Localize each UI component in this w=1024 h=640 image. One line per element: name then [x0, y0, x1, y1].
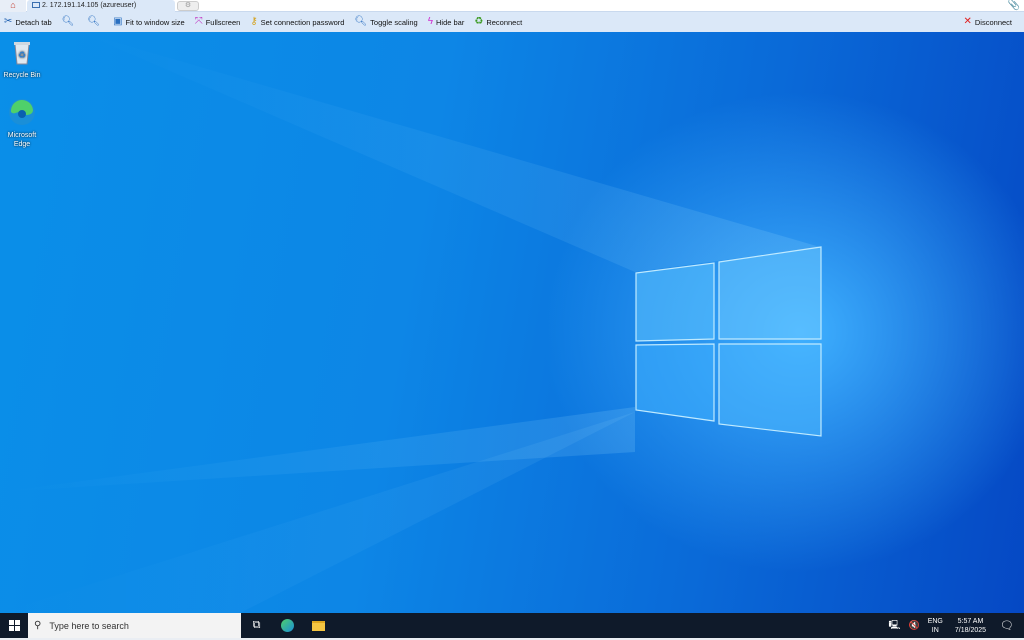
zoom-out-button[interactable]: 🔍︎ [87, 17, 103, 27]
toolbar: ✂ Detach tab 🔍︎ 🔍︎ ▣ Fit to window size ⤧ F… [0, 12, 1024, 32]
network-icon[interactable]: 🖳 [888, 618, 900, 634]
language-indicator[interactable]: ENG IN [928, 617, 943, 635]
folder-icon [312, 620, 325, 631]
volume-muted-icon[interactable]: 🔇 [908, 620, 919, 631]
recycle-bin-icon[interactable]: ♻ Recycle Bin [0, 38, 44, 80]
reconnect-label: Reconnect [486, 17, 523, 27]
disconnect-button[interactable]: ✕ Disconnect [964, 12, 1013, 32]
clock[interactable]: 5:57 AM 7/18/2025 [955, 617, 986, 635]
microsoft-edge-icon[interactable]: Microsoft Edge [0, 98, 44, 149]
task-view-button[interactable]: ⧉ [241, 613, 272, 638]
monitor-icon: ▣ [113, 16, 123, 27]
search-icon: ⚲ [34, 620, 42, 631]
fullscreen-icon: ⤧ [194, 16, 203, 27]
taskbar-edge-button[interactable] [272, 613, 303, 638]
tab-label: 2. 172.191.14.105 (azureuser) [42, 2, 137, 9]
home-tab[interactable]: ⌂ [0, 0, 26, 12]
taskbar-search-box[interactable]: ⚲ Type here to search [28, 613, 241, 638]
taskbar: ⚲ Type here to search ⧉ 🖳 🔇 ENG IN 5:57 AM… [0, 613, 1024, 638]
notifications-icon[interactable]: 🗨 [1000, 619, 1014, 632]
toggle-scaling-label: Toggle scaling [370, 17, 418, 27]
system-tray: 🖳 🔇 ENG IN 5:57 AM 7/18/2025 🗨 [884, 613, 1024, 638]
lang-code: ENG [927, 617, 943, 625]
zoom-in-button[interactable]: 🔍︎ [62, 17, 78, 27]
monitor-icon [32, 2, 40, 9]
edge-icon [281, 619, 294, 632]
home-icon: ⌂ [10, 0, 16, 10]
lightning-icon: ϟ [427, 16, 433, 27]
scissors-icon: ✂ [4, 16, 13, 27]
new-tab-button[interactable]: ⚙ [177, 1, 199, 11]
edge-label: Microsoft Edge [7, 132, 37, 148]
tab-bar: ⌂ 2. 172.191.14.105 (azureuser) ⚙ 📎 [0, 0, 1024, 12]
clock-date: 7/18/2025 [954, 626, 987, 634]
fullscreen-label: Fullscreen [205, 17, 241, 27]
set-password-label: Set connection password [260, 17, 345, 27]
key-icon: ⚷ [250, 16, 258, 27]
close-icon: ✕ [963, 16, 972, 27]
windows-logo [635, 246, 822, 437]
detach-tab-button[interactable]: ✂ Detach tab [4, 17, 52, 27]
magnifier-icon: 🔍︎ [354, 16, 368, 27]
svg-text:♻: ♻ [18, 50, 26, 60]
task-view-icon: ⧉ [252, 619, 261, 631]
windows-wallpaper [0, 32, 822, 613]
reconnect-icon: ♻ [474, 16, 484, 27]
fit-label: Fit to window size [125, 17, 185, 27]
hide-bar-label: Hide bar [436, 17, 465, 27]
zoom-in-icon: 🔍︎ [61, 16, 75, 27]
clock-time: 5:57 AM [957, 617, 984, 625]
reconnect-button[interactable]: ♻ Reconnect [474, 17, 522, 27]
set-password-button[interactable]: ⚷ Set connection password [250, 17, 344, 27]
remote-desktop[interactable]: ♻ Recycle Bin Microsoft Edge [0, 32, 1024, 613]
disconnect-label: Disconnect [974, 17, 1012, 27]
detach-label: Detach tab [15, 17, 52, 27]
fit-window-button[interactable]: ▣ Fit to window size [113, 17, 185, 27]
recycle-bin-label: Recycle Bin [3, 72, 41, 79]
file-explorer-button[interactable] [303, 613, 334, 638]
edge-glyph [9, 99, 35, 125]
tab-connection[interactable]: 2. 172.191.14.105 (azureuser) [27, 0, 175, 12]
recycle-bin-glyph: ♻ [14, 42, 30, 65]
fullscreen-button[interactable]: ⤧ Fullscreen [195, 17, 241, 27]
paperclip-icon[interactable]: 📎 [1008, 0, 1020, 11]
windows-start-icon [8, 620, 20, 631]
zoom-out-icon: 🔍︎ [87, 16, 101, 27]
hide-bar-button[interactable]: ϟ Hide bar [428, 17, 465, 27]
toggle-scaling-button[interactable]: 🔍︎ Toggle scaling [354, 17, 417, 27]
region-code: IN [931, 626, 939, 634]
start-button[interactable] [0, 613, 28, 638]
search-placeholder: Type here to search [49, 620, 129, 631]
